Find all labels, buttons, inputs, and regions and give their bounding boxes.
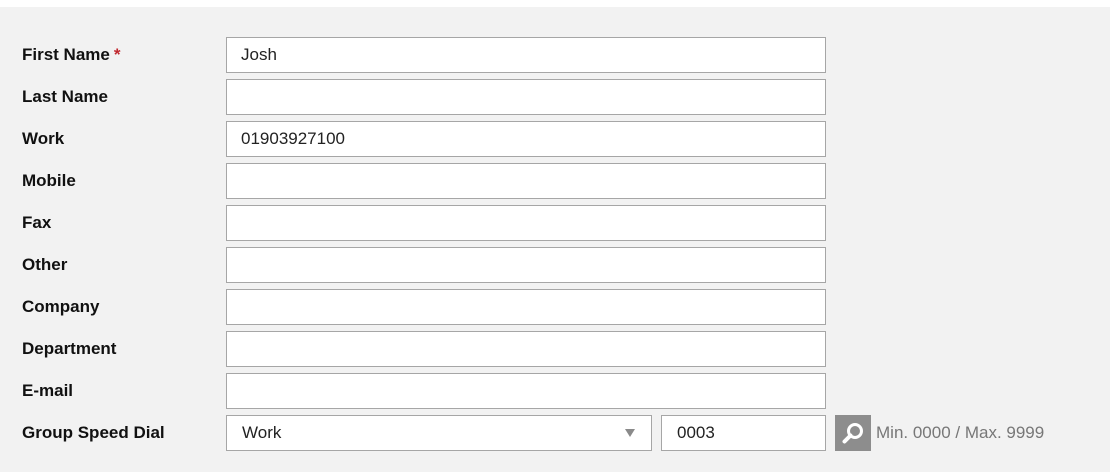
other-label: Other [22,255,68,274]
last-name-label: Last Name [22,87,108,106]
form-row-company: Company [0,289,1110,325]
first-name-label: First Name * [22,37,121,73]
first-name-label-text: First Name [22,45,110,64]
form-row-work: Work [0,121,1110,157]
speed-dial-search-button[interactable] [835,415,871,451]
form-row-email: E-mail [0,373,1110,409]
company-input[interactable] [226,289,826,325]
form-row-group-speed-dial: Group Speed Dial Work Min. 0000 / Max. 9… [0,415,1110,451]
form-row-other: Other [0,247,1110,283]
form-row-mobile: Mobile [0,163,1110,199]
speed-dial-range-hint: Min. 0000 / Max. 9999 [876,423,1045,442]
form-row-first-name: First Name * [0,37,1110,73]
form-row-fax: Fax [0,205,1110,241]
form-row-last-name: Last Name [0,79,1110,115]
top-strip [0,0,1110,7]
mobile-input[interactable] [226,163,826,199]
contact-form-panel: First Name* Last Name Work Mobile Fax Ot… [0,7,1110,472]
fax-label: Fax [22,213,52,232]
work-label: Work [22,129,65,148]
speed-dial-type-select[interactable]: Work [226,415,652,451]
work-phone-input[interactable] [226,121,826,157]
last-name-input[interactable] [226,79,826,115]
speed-dial-number-input[interactable] [661,415,826,451]
mobile-label: Mobile [22,171,76,190]
group-speed-dial-label: Group Speed Dial [22,423,165,442]
form-row-department: Department [0,331,1110,367]
search-icon [842,423,863,444]
department-input[interactable] [226,331,826,367]
department-label: Department [22,339,117,358]
speed-dial-type-value: Work [242,423,282,442]
other-input[interactable] [226,247,826,283]
fax-input[interactable] [226,205,826,241]
company-label: Company [22,297,100,316]
email-input[interactable] [226,373,826,409]
email-label: E-mail [22,381,74,400]
chevron-down-icon [625,429,635,437]
required-marker: * [113,45,121,64]
first-name-input[interactable] [226,37,826,73]
